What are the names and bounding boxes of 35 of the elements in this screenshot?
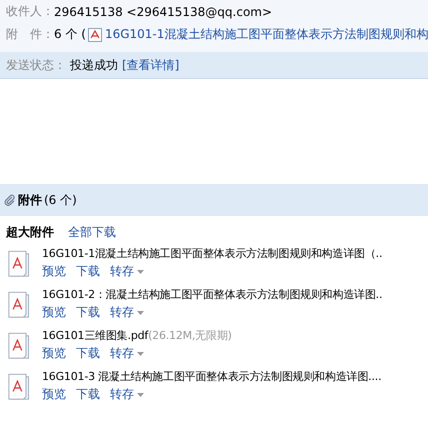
preview-link[interactable]: 预览 <box>42 304 66 321</box>
download-all-link[interactable]: 全部下载 <box>68 224 116 241</box>
pdf-icon <box>88 28 102 42</box>
preview-link[interactable]: 预览 <box>42 263 66 280</box>
file-name[interactable]: 16G101-3 混凝土结构施工图平面整体表示方法制图规则和构造详图.... <box>42 370 382 383</box>
save-to-dropdown[interactable]: 转存 <box>110 263 144 280</box>
attachments-title: 附件 <box>18 192 42 208</box>
status-label: 发送状态： <box>6 56 66 74</box>
recipient-address: 296415138 <296415138@qq.com> <box>54 4 272 18</box>
save-to-dropdown[interactable]: 转存 <box>110 304 144 321</box>
file-name[interactable]: 16G101-2：混凝土结构施工图平面整体表示方法制图规则和构造详图.. <box>42 288 382 301</box>
caret-icon <box>137 352 144 356</box>
group-label: 超大附件 <box>6 224 54 241</box>
paperclip-icon <box>4 194 16 206</box>
attachment-count: 6 个 ( <box>54 26 86 43</box>
caret-icon <box>137 392 144 397</box>
file-name[interactable]: 16G101-1混凝土结构施工图平面整体表示方法制图规则和构造详图（.. <box>42 247 382 260</box>
details-link[interactable]: [查看详情] <box>122 56 180 74</box>
download-link[interactable]: 下载 <box>76 345 100 362</box>
save-to-dropdown[interactable]: 转存 <box>110 386 144 403</box>
download-link[interactable]: 下载 <box>76 386 100 403</box>
file-name[interactable]: 16G101三维图集.pdf <box>42 329 148 342</box>
caret-icon <box>137 270 144 274</box>
file-meta: (26.12M,无限期) <box>148 329 232 342</box>
attachment-link[interactable]: 16G101-1混凝土结构施工图平面整体表示方法制图规则和构 <box>104 26 428 43</box>
attachment-label: 附 件： <box>6 26 54 43</box>
attachments-count: (6 个) <box>44 192 77 208</box>
download-link[interactable]: 下载 <box>76 263 100 280</box>
status-value: 投递成功 <box>70 56 118 74</box>
caret-icon <box>137 310 144 315</box>
recipient-label: 收件人： <box>6 3 54 20</box>
preview-link[interactable]: 预览 <box>42 386 66 403</box>
preview-link[interactable]: 预览 <box>42 345 66 362</box>
download-link[interactable]: 下载 <box>76 304 100 321</box>
save-to-dropdown[interactable]: 转存 <box>110 345 144 362</box>
